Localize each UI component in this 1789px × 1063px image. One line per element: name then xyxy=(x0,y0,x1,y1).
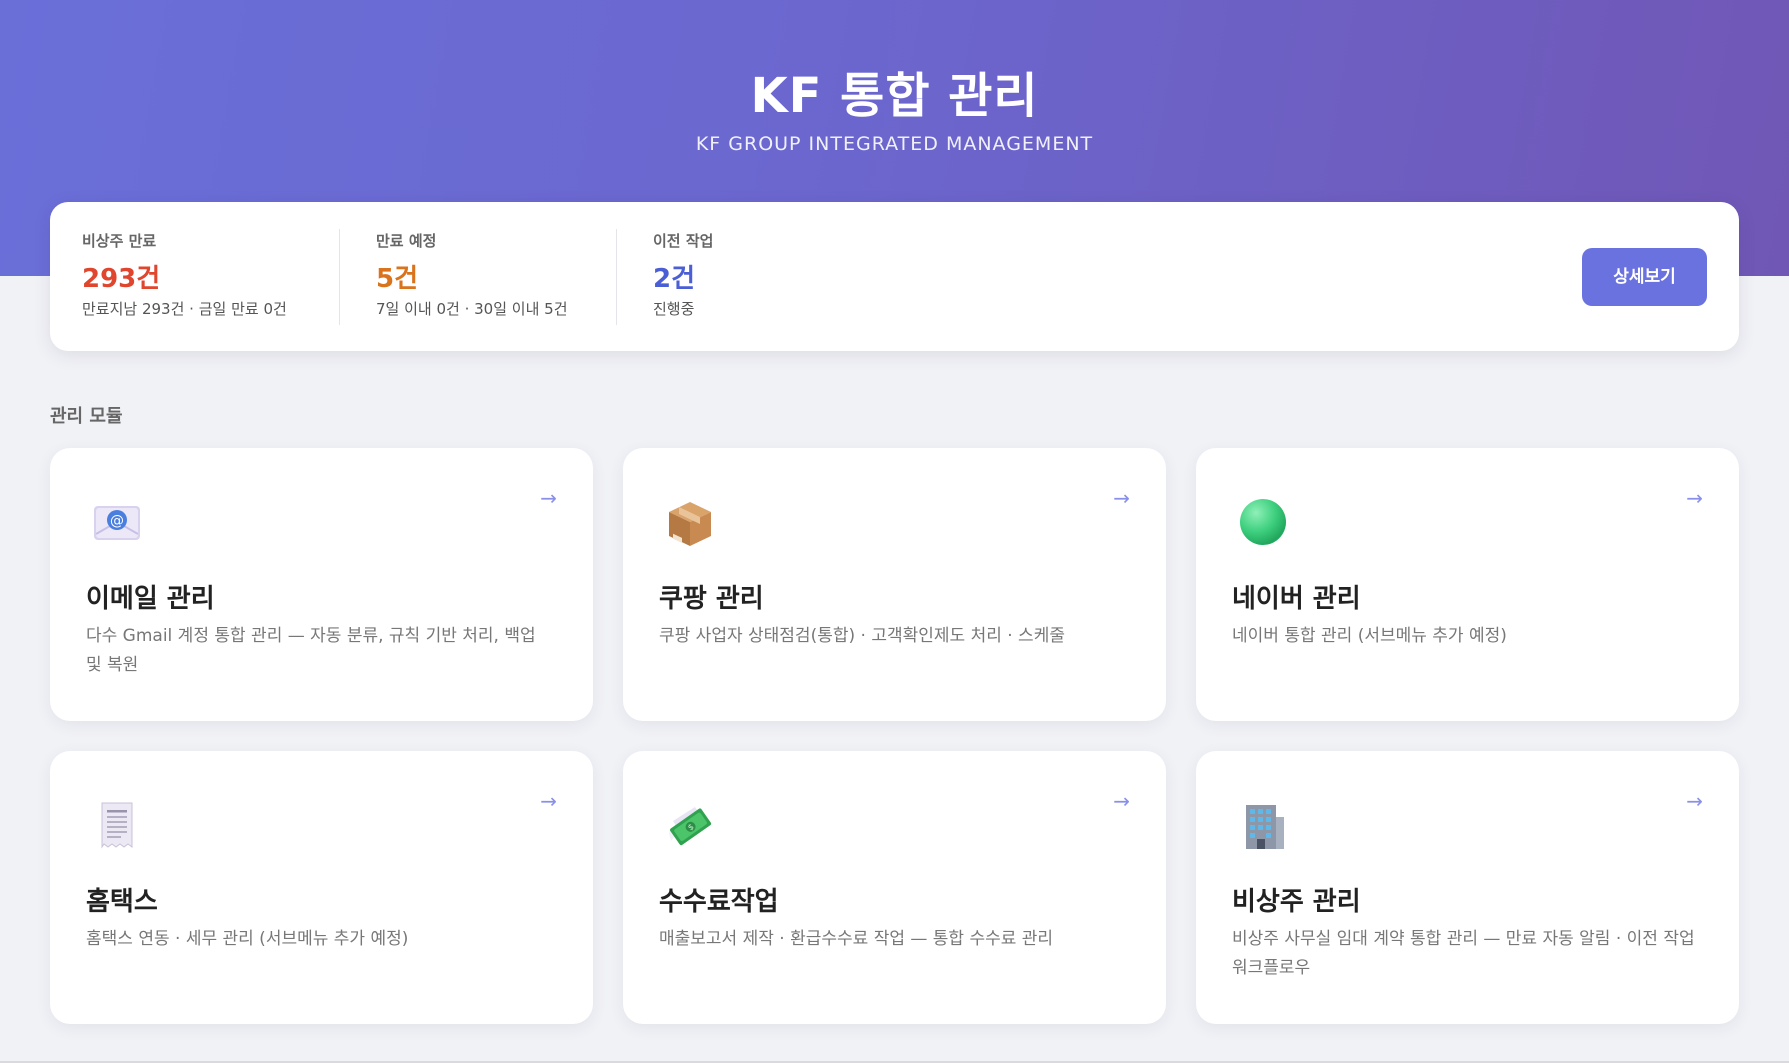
module-card-email[interactable]: → @ 이메일 관리 다수 Gmail 계정 통합 관리 — 자동 분류, 규칙… xyxy=(50,448,593,721)
arrow-right-icon: → xyxy=(1686,486,1703,510)
stat-label: 비상주 만료 xyxy=(82,232,157,250)
building-icon xyxy=(1246,805,1284,849)
stat-label: 이전 작업 xyxy=(653,232,714,250)
stat-value: 293건 xyxy=(82,264,161,294)
module-card-coupang[interactable]: → 쿠팡 관리 쿠팡 사업자 상태점검(통합) · 고객확인제도 처리 · 스케… xyxy=(623,448,1166,721)
card-description: 비상주 사무실 임대 계약 통합 관리 — 만료 자동 알림 · 이전 작업 워… xyxy=(1232,929,1695,978)
arrow-right-icon: → xyxy=(540,789,557,813)
stat-value: 5건 xyxy=(376,264,419,294)
card-title: 비상주 관리 xyxy=(1232,887,1361,917)
stat-upcoming: 만료 예정 5건 7일 이내 0건 · 30일 이내 5건 xyxy=(376,230,568,319)
stats-panel: 비상주 만료 293건 만료지남 293건 · 금일 만료 0건 만료 예정 5… xyxy=(50,202,1739,351)
page-title: KF 통합 관리 xyxy=(750,68,1039,124)
card-title: 이메일 관리 xyxy=(86,584,215,614)
view-details-button[interactable]: 상세보기 xyxy=(1582,248,1707,306)
email-icon: @ xyxy=(94,506,140,540)
module-card-fee-work[interactable]: → $ 수수료작업 매출보고서 제작 · 환급수수료 작업 — 통합 수수료 관… xyxy=(623,751,1166,1024)
svg-text:@: @ xyxy=(110,513,124,529)
stat-label: 만료 예정 xyxy=(376,232,437,250)
stat-detail: 7일 이내 0건 · 30일 이내 5건 xyxy=(376,300,568,318)
stat-expired: 비상주 만료 293건 만료지남 293건 · 금일 만료 0건 xyxy=(82,230,287,319)
card-description: 다수 Gmail 계정 통합 관리 — 자동 분류, 규칙 기반 처리, 백업 … xyxy=(86,626,536,675)
section-title: 관리 모듈 xyxy=(50,406,123,427)
card-description: 홈택스 연동 · 세무 관리 (서브메뉴 추가 예정) xyxy=(86,929,409,949)
arrow-right-icon: → xyxy=(1113,789,1130,813)
page-subtitle: KF GROUP INTEGRATED MANAGEMENT xyxy=(695,133,1094,155)
card-title: 네이버 관리 xyxy=(1232,584,1361,614)
card-title: 수수료작업 xyxy=(659,887,779,917)
stat-transfer: 이전 작업 2건 진행중 xyxy=(653,230,713,319)
module-card-naver[interactable]: → 네이버 관리 네이버 통합 관리 (서브메뉴 추가 예정) xyxy=(1196,448,1739,721)
receipt-icon xyxy=(101,802,133,849)
card-description: 매출보고서 제작 · 환급수수료 작업 — 통합 수수료 관리 xyxy=(659,929,1054,949)
module-card-hometax[interactable]: → 홈택스 홈택스 연동 · 세무 관리 (서브메뉴 추가 예정) xyxy=(50,751,593,1024)
stat-detail: 진행중 xyxy=(653,300,695,318)
green-circle-icon xyxy=(1240,499,1286,545)
package-icon xyxy=(669,502,711,546)
module-card-virtual-office[interactable]: → 비상주 관리 비상주 사무실 임대 계약 통합 관리 — 만료 자동 알림 … xyxy=(1196,751,1739,1024)
card-title: 쿠팡 관리 xyxy=(659,584,764,614)
card-description: 네이버 통합 관리 (서브메뉴 추가 예정) xyxy=(1232,626,1507,646)
card-description: 쿠팡 사업자 상태점검(통합) · 고객확인제도 처리 · 스케줄 xyxy=(659,626,1065,646)
arrow-right-icon: → xyxy=(540,486,557,510)
divider xyxy=(339,229,340,325)
arrow-right-icon: → xyxy=(1113,486,1130,510)
divider xyxy=(616,229,617,325)
stat-detail: 만료지남 293건 · 금일 만료 0건 xyxy=(82,300,287,318)
money-icon: $ xyxy=(669,807,712,846)
arrow-right-icon: → xyxy=(1686,789,1703,813)
stat-value: 2건 xyxy=(653,264,696,294)
card-title: 홈택스 xyxy=(86,887,158,917)
